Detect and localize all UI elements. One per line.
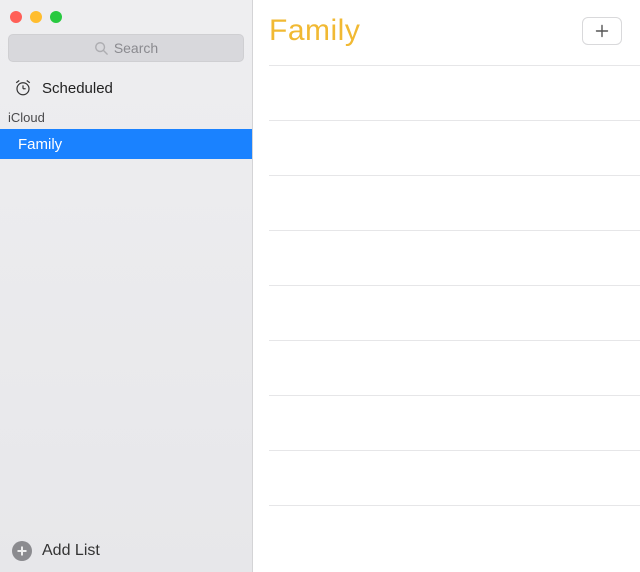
scheduled-label: Scheduled xyxy=(42,80,113,97)
main-pane: Family xyxy=(253,0,640,572)
window-titlebar xyxy=(0,0,252,34)
sidebar-section-header-icloud: iCloud xyxy=(0,104,252,129)
search-input[interactable]: Search xyxy=(8,34,244,62)
sidebar-list-family[interactable]: Family xyxy=(0,129,252,159)
close-window-button[interactable] xyxy=(10,11,22,23)
list-title: Family xyxy=(269,14,360,48)
minimize-window-button[interactable] xyxy=(30,11,42,23)
add-list-label: Add List xyxy=(42,542,100,560)
sidebar-list-label: Family xyxy=(18,136,62,153)
reminder-rows-area[interactable] xyxy=(253,56,640,572)
reminder-row[interactable] xyxy=(269,231,640,286)
sidebar-spacer xyxy=(0,159,252,530)
plus-icon xyxy=(594,23,610,39)
zoom-window-button[interactable] xyxy=(50,11,62,23)
reminder-row[interactable] xyxy=(269,66,640,121)
reminder-row[interactable] xyxy=(269,451,640,506)
plus-circle-icon xyxy=(12,541,32,561)
reminder-row[interactable] xyxy=(269,286,640,341)
add-reminder-button[interactable] xyxy=(582,17,622,45)
sidebar: Search Scheduled iCloud Family Add List xyxy=(0,0,253,572)
list-header: Family xyxy=(253,0,640,56)
search-placeholder: Search xyxy=(114,40,158,56)
reminder-row[interactable] xyxy=(269,396,640,451)
reminder-row[interactable] xyxy=(269,56,640,66)
add-list-button[interactable]: Add List xyxy=(0,530,252,572)
reminder-row[interactable] xyxy=(269,176,640,231)
alarm-icon xyxy=(14,79,32,97)
reminder-row[interactable] xyxy=(269,121,640,176)
search-icon xyxy=(94,41,108,55)
reminder-row[interactable] xyxy=(269,341,640,396)
sidebar-item-scheduled[interactable]: Scheduled xyxy=(0,72,252,104)
